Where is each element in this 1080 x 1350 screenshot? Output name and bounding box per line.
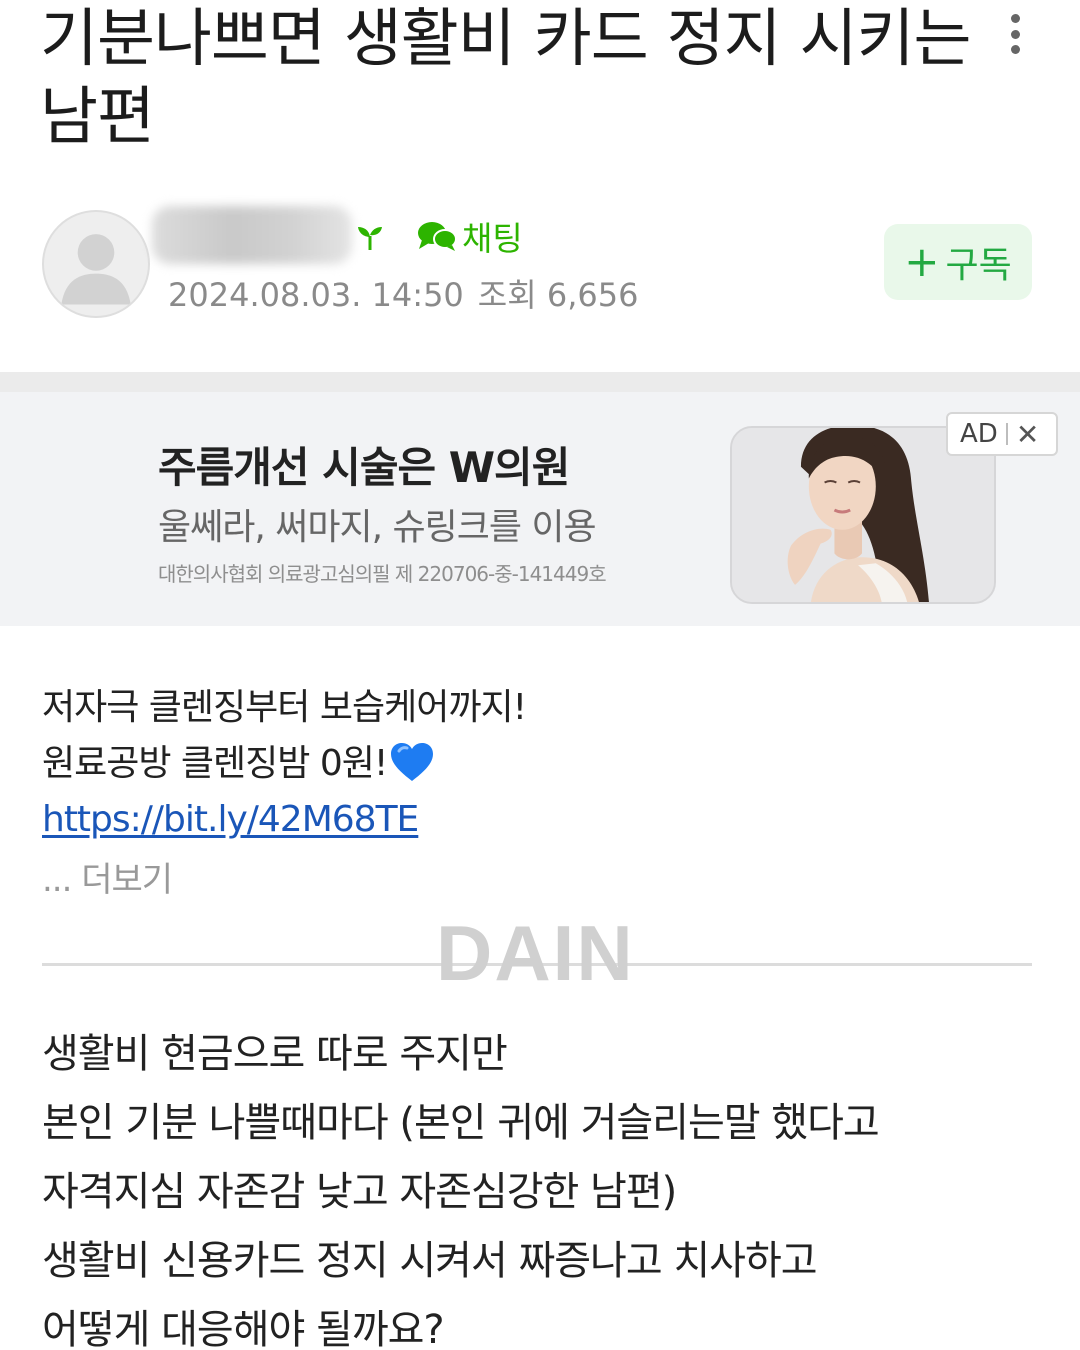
promo-line-1: 저자극 클렌징부터 보습케어까지! [42,687,527,728]
more-options-button[interactable] [998,10,1032,58]
post-date: 2024.08.03. 14:50 [168,276,464,314]
post-meta: 2024.08.03. 14:50 조회 6,656 [168,270,638,316]
post-title: 기분나쁘면 생활비 카드 정지 시키는 남편 [40,2,972,153]
view-count: 조회 6,656 [477,276,639,314]
body-line: 생활비 신용카드 정지 시켜서 짜증나고 치사하고 [42,1238,818,1284]
promo-link-line: https://bit.ly/42M68TE [42,792,526,848]
section-divider [0,372,1080,392]
promo-link[interactable]: https://bit.ly/42M68TE [42,799,419,840]
ad-label: AD [960,419,998,449]
sprout-icon [358,227,382,250]
post-body: 생활비 현금으로 따로 주지만 본인 기분 나쁠때마다 (본인 귀에 거슬리는말… [42,1020,1052,1350]
author-name[interactable] [152,206,352,264]
default-user-icon [61,234,131,305]
close-icon[interactable]: ✕ [1016,418,1039,451]
ad-banner[interactable]: 주름개선 시술은 W의원 울쎄라, 써마지, 슈링크를 이용 대한의사협회 의료… [0,392,1080,626]
body-line: 생활비 현금으로 따로 주지만 [42,1031,508,1077]
chat-label: 채팅 [462,219,523,258]
ad-title: 주름개선 시술은 W의원 [158,443,570,492]
body-line: 본인 기분 나쁠때마다 (본인 귀에 거슬리는말 했다고 [42,1100,880,1146]
watermark: DAIN [436,909,635,997]
body-line: 어떻게 대응해야 될까요? [42,1307,445,1350]
avatar[interactable] [42,210,150,318]
ad-subtitle: 울쎄라, 써마지, 슈링크를 이용 [158,507,597,548]
see-more-link[interactable]: ... 더보기 [42,852,173,901]
subscribe-button[interactable]: + 구독 [884,224,1032,300]
promo-text: 저자극 클렌징부터 보습케어까지! 원료공방 클렌징밤 0원! https://… [42,680,527,848]
ad-badge[interactable]: AD ✕ [946,412,1058,456]
body-line: 자격지심 자존감 낮고 자존심강한 남편) [42,1169,677,1215]
chat-bubbles-icon [418,222,457,251]
ad-approval-note: 대한의사협회 의료광고심의필 제 220706-중-141449호 [158,562,607,586]
subscribe-label: 구독 [945,245,1012,286]
blue-heart-icon [391,743,434,781]
chat-button[interactable]: 채팅 [416,214,523,258]
plus-icon: + [904,237,940,286]
promo-line-2: 원료공방 클렌징밤 0원! [42,736,526,792]
more-vertical-icon [1010,14,1020,23]
